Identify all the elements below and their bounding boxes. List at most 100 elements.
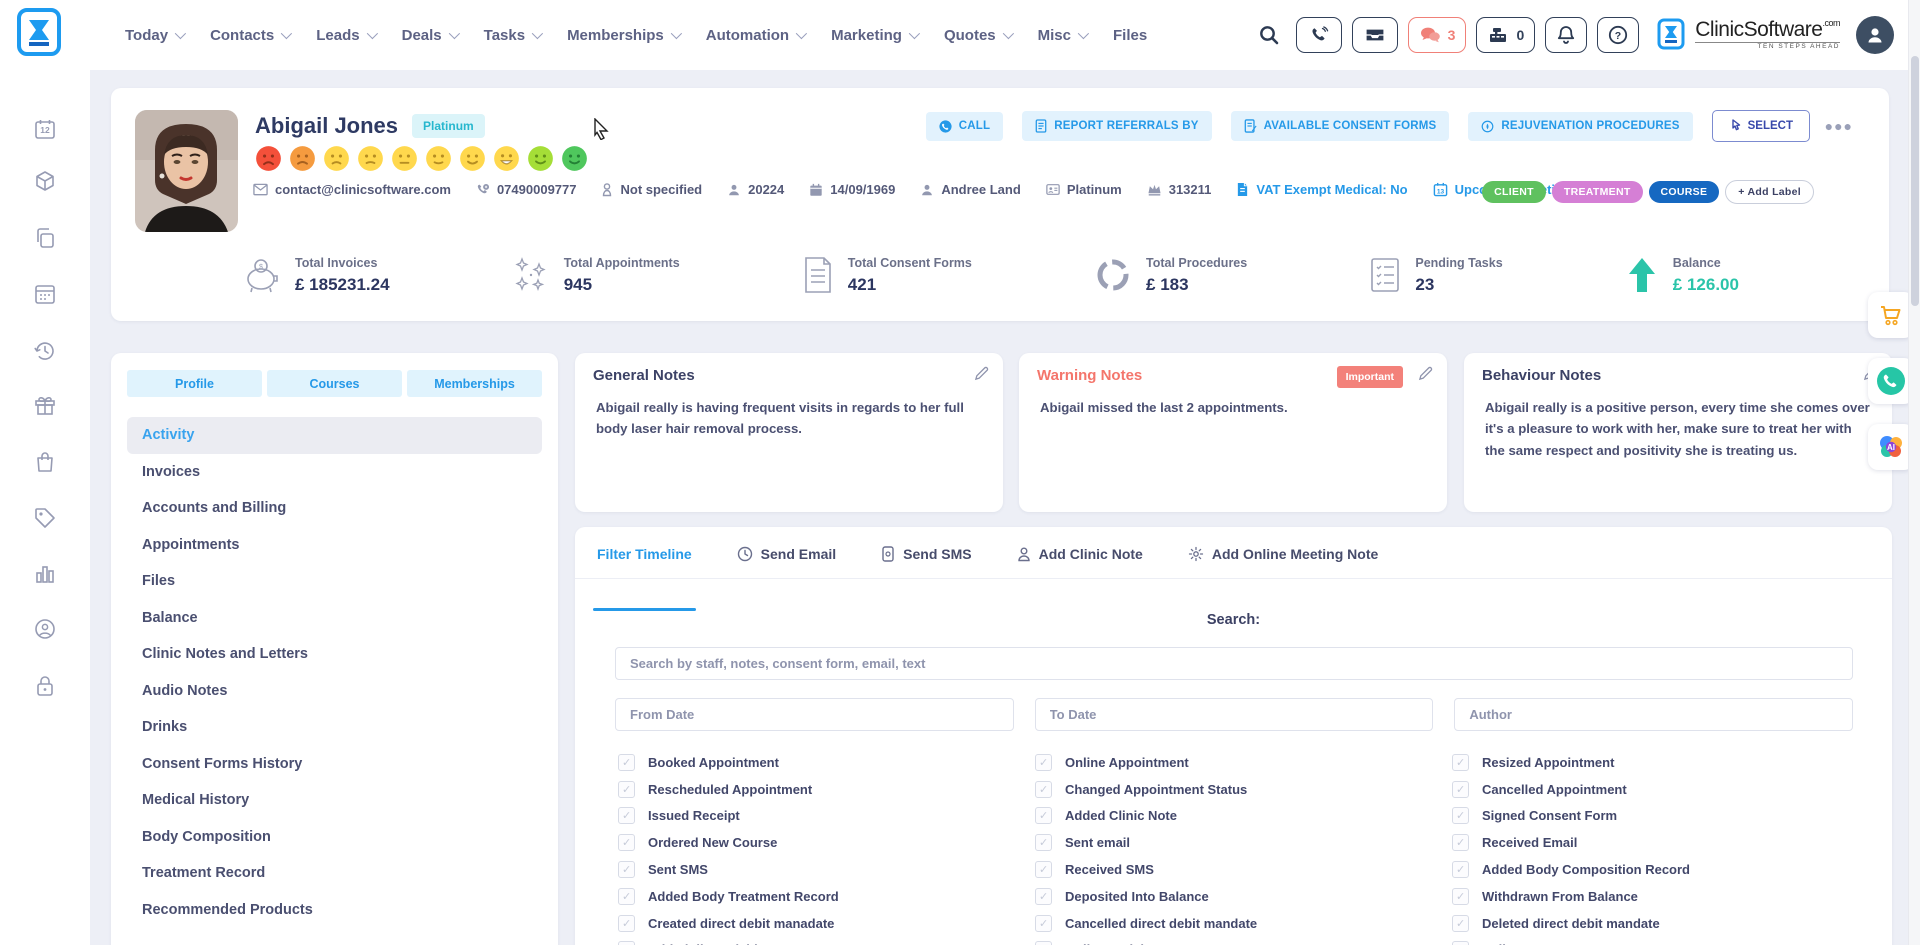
section-clinic-notes-and-letters[interactable]: Clinic Notes and Letters bbox=[127, 636, 542, 673]
clinicsoftware-logo-icon[interactable] bbox=[16, 6, 68, 62]
section-consent-forms-history[interactable]: Consent Forms History bbox=[127, 746, 542, 783]
report-referrals-button[interactable]: REPORT REFERRALS BY bbox=[1022, 111, 1211, 141]
checkbox[interactable] bbox=[1035, 807, 1052, 824]
filter-received-email[interactable]: Received Email bbox=[1452, 829, 1869, 856]
checkbox[interactable] bbox=[1452, 754, 1469, 771]
add-label-button[interactable]: + Add Label bbox=[1725, 180, 1814, 204]
client-dob[interactable]: 14/09/1969 bbox=[809, 182, 895, 197]
tab-add-clinic-note[interactable]: Add Clinic Note bbox=[1017, 546, 1143, 578]
mood-emoji-8[interactable] bbox=[493, 145, 520, 172]
page-scrollbar[interactable] bbox=[1908, 0, 1920, 945]
filter-online-appointment[interactable]: Online Appointment bbox=[1035, 749, 1452, 776]
checkbox[interactable] bbox=[618, 781, 635, 798]
section-body-composition[interactable]: Body Composition bbox=[127, 819, 542, 856]
mood-emoji-9[interactable] bbox=[527, 145, 554, 172]
checkbox[interactable] bbox=[618, 754, 635, 771]
to-date-input[interactable] bbox=[1035, 698, 1434, 731]
checkbox[interactable] bbox=[618, 834, 635, 851]
available-consent-forms-button[interactable]: AVAILABLE CONSENT FORMS bbox=[1231, 111, 1450, 141]
client-assigned-staff[interactable]: Andree Land bbox=[920, 182, 1020, 197]
nav-contacts[interactable]: Contacts bbox=[210, 27, 289, 44]
client-id[interactable]: 20224 bbox=[727, 182, 784, 197]
checkbox[interactable] bbox=[1035, 915, 1052, 932]
checkbox[interactable] bbox=[1035, 834, 1052, 851]
checkbox[interactable] bbox=[1452, 834, 1469, 851]
tab-send-sms[interactable]: Send SMS bbox=[881, 546, 971, 578]
section-accounts-and-billing[interactable]: Accounts and Billing bbox=[127, 490, 542, 527]
label-client[interactable]: CLIENT bbox=[1482, 181, 1546, 203]
tag-icon[interactable] bbox=[33, 506, 57, 530]
section-recommended-products[interactable]: Recommended Products bbox=[127, 892, 542, 929]
package-icon[interactable] bbox=[33, 169, 57, 193]
section-invoices[interactable]: Invoices bbox=[127, 454, 542, 491]
mood-emoji-10[interactable] bbox=[561, 145, 588, 172]
checkbox[interactable] bbox=[618, 915, 635, 932]
checkbox[interactable] bbox=[1035, 781, 1052, 798]
section-files[interactable]: Files bbox=[127, 563, 542, 600]
chat-button[interactable]: 3 bbox=[1408, 17, 1467, 53]
mood-emoji-7[interactable] bbox=[459, 145, 486, 172]
nav-files[interactable]: Files bbox=[1113, 27, 1147, 44]
client-email[interactable]: contact@clinicsoftware.com bbox=[253, 182, 451, 197]
client-vat-status[interactable]: VAT Exempt Medical: No bbox=[1236, 182, 1407, 197]
edit-pencil-icon[interactable] bbox=[974, 366, 989, 381]
client-loyalty[interactable]: 313211 bbox=[1147, 182, 1212, 197]
filter-cancelled-direct-debit-mandate[interactable]: Cancelled direct debit mandate bbox=[1035, 910, 1452, 937]
nav-memberships[interactable]: Memberships bbox=[567, 27, 679, 44]
lock-icon[interactable] bbox=[33, 674, 57, 698]
filter-deposited-into-balance[interactable]: Deposited Into Balance bbox=[1035, 883, 1452, 910]
support-icon[interactable] bbox=[33, 617, 57, 641]
section-treatment-record[interactable]: Treatment Record bbox=[127, 855, 542, 892]
author-input[interactable] bbox=[1454, 698, 1853, 731]
label-treatment[interactable]: TREATMENT bbox=[1552, 181, 1643, 203]
user-avatar[interactable] bbox=[1856, 16, 1894, 54]
edit-pencil-icon[interactable] bbox=[1418, 366, 1433, 381]
filter-rescheduled-appointment[interactable]: Rescheduled Appointment bbox=[618, 776, 1035, 803]
nav-automation[interactable]: Automation bbox=[706, 27, 804, 44]
nav-today[interactable]: Today bbox=[125, 27, 183, 44]
filter-call-log[interactable]: Call Log bbox=[1452, 937, 1869, 945]
help-button[interactable]: ? bbox=[1597, 17, 1639, 53]
tab-courses[interactable]: Courses bbox=[267, 370, 402, 397]
calendar-grid-icon[interactable] bbox=[33, 282, 57, 306]
section-medical-history[interactable]: Medical History bbox=[127, 782, 542, 819]
section-drinks[interactable]: Drinks bbox=[127, 709, 542, 746]
section-balance[interactable]: Balance bbox=[127, 600, 542, 637]
checkbox[interactable] bbox=[1452, 915, 1469, 932]
filter-received-sms[interactable]: Received SMS bbox=[1035, 856, 1452, 883]
section-audio-notes[interactable]: Audio Notes bbox=[127, 673, 542, 710]
register-button[interactable]: 0 bbox=[1476, 17, 1535, 53]
checkbox[interactable] bbox=[1035, 861, 1052, 878]
nav-deals[interactable]: Deals bbox=[402, 27, 457, 44]
filter-added-clinic-note[interactable]: Added Clinic Note bbox=[1035, 803, 1452, 830]
tab-memberships[interactable]: Memberships bbox=[407, 370, 542, 397]
checkbox[interactable] bbox=[618, 861, 635, 878]
select-button[interactable]: SELECT bbox=[1712, 110, 1810, 142]
notifications-button[interactable] bbox=[1545, 17, 1587, 53]
filter-added-body-composition-record[interactable]: Added Body Composition Record bbox=[1452, 856, 1869, 883]
checkbox[interactable] bbox=[1035, 754, 1052, 771]
section-appointments[interactable]: Appointments bbox=[127, 527, 542, 564]
mood-emoji-4[interactable] bbox=[357, 145, 384, 172]
tab-add-online-meeting-note[interactable]: Add Online Meeting Note bbox=[1188, 546, 1378, 578]
bar-chart-icon[interactable] bbox=[33, 561, 57, 585]
timeline-search-input[interactable] bbox=[615, 647, 1853, 680]
filter-booked-appointment[interactable]: Booked Appointment bbox=[618, 749, 1035, 776]
shopping-bag-icon[interactable] bbox=[33, 450, 57, 474]
filter-sent-sms[interactable]: Sent SMS bbox=[618, 856, 1035, 883]
checkbox[interactable] bbox=[618, 888, 635, 905]
client-phone[interactable]: 07490009777 bbox=[476, 182, 577, 197]
checkbox[interactable] bbox=[1452, 941, 1469, 945]
client-photo[interactable] bbox=[135, 110, 238, 232]
calendar-date-icon[interactable]: 12 bbox=[33, 117, 57, 141]
checkbox[interactable] bbox=[618, 807, 635, 824]
checkbox[interactable] bbox=[1452, 807, 1469, 824]
filter-online-activity[interactable]: Online Activity bbox=[1035, 937, 1452, 945]
filter-created-direct-debit-mandate[interactable]: Created direct debit manadate bbox=[618, 910, 1035, 937]
filter-resized-appointment[interactable]: Resized Appointment bbox=[1452, 749, 1869, 776]
filter-issued-receipt[interactable]: Issued Receipt bbox=[618, 803, 1035, 830]
history-icon[interactable] bbox=[33, 339, 57, 363]
filter-deleted-direct-debit-mandate[interactable]: Deleted direct debit mandate bbox=[1452, 910, 1869, 937]
nav-misc[interactable]: Misc bbox=[1038, 27, 1086, 44]
dialer-button[interactable] bbox=[1296, 17, 1342, 53]
